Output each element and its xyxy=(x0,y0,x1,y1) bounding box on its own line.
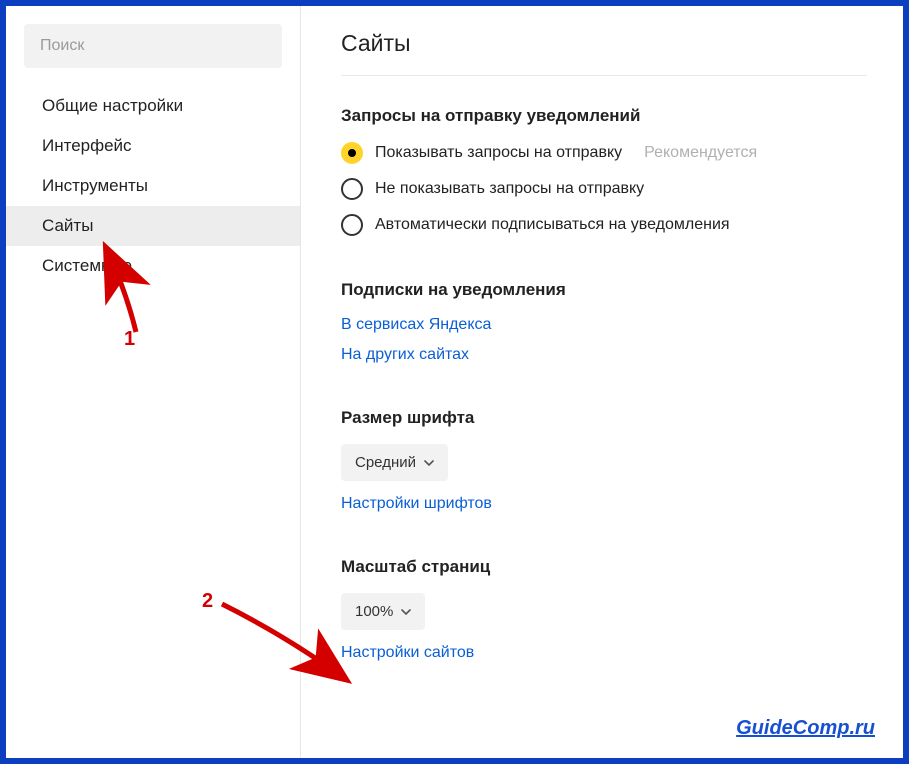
font-size-dropdown[interactable]: Средний xyxy=(341,444,448,481)
section-title-scale: Масштаб страниц xyxy=(341,557,867,577)
page-title: Сайты xyxy=(341,30,867,76)
link-site-settings[interactable]: Настройки сайтов xyxy=(341,644,867,662)
recommended-hint: Рекомендуется xyxy=(644,144,757,162)
section-subscriptions: Подписки на уведомления В сервисах Яндек… xyxy=(341,280,867,364)
chevron-down-icon xyxy=(401,609,411,615)
section-title-subscriptions: Подписки на уведомления xyxy=(341,280,867,300)
section-notification-requests: Запросы на отправку уведомлений Показыва… xyxy=(341,106,867,236)
sidebar-item-tools[interactable]: Инструменты xyxy=(6,166,300,206)
section-title-font: Размер шрифта xyxy=(341,408,867,428)
link-font-settings[interactable]: Настройки шрифтов xyxy=(341,495,867,513)
settings-sidebar: Общие настройки Интерфейс Инструменты Са… xyxy=(6,6,301,758)
sidebar-item-system[interactable]: Системные xyxy=(6,246,300,286)
link-other-sites[interactable]: На других сайтах xyxy=(341,346,867,364)
search-box[interactable] xyxy=(24,24,282,68)
radio-button-icon xyxy=(341,214,363,236)
radio-auto-subscribe[interactable]: Автоматически подписываться на уведомлен… xyxy=(341,214,867,236)
radio-hide-requests[interactable]: Не показывать запросы на отправку xyxy=(341,178,867,200)
font-size-value: Средний xyxy=(355,454,416,471)
settings-content: Сайты Запросы на отправку уведомлений По… xyxy=(301,6,903,758)
page-scale-dropdown[interactable]: 100% xyxy=(341,593,425,630)
radio-label: Не показывать запросы на отправку xyxy=(375,180,644,198)
sidebar-item-general[interactable]: Общие настройки xyxy=(6,86,300,126)
radio-label: Автоматически подписываться на уведомлен… xyxy=(375,216,730,234)
radio-button-icon xyxy=(341,178,363,200)
settings-window: Общие настройки Интерфейс Инструменты Са… xyxy=(0,0,909,764)
sidebar-item-interface[interactable]: Интерфейс xyxy=(6,126,300,166)
sidebar-item-sites[interactable]: Сайты xyxy=(6,206,300,246)
radio-button-icon xyxy=(341,142,363,164)
link-yandex-services[interactable]: В сервисах Яндекса xyxy=(341,316,867,334)
radio-show-requests[interactable]: Показывать запросы на отправку Рекоменду… xyxy=(341,142,867,164)
section-font-size: Размер шрифта Средний Настройки шрифтов xyxy=(341,408,867,513)
page-scale-value: 100% xyxy=(355,603,393,620)
search-input[interactable] xyxy=(40,37,266,55)
chevron-down-icon xyxy=(424,460,434,466)
radio-label: Показывать запросы на отправку xyxy=(375,144,622,162)
section-title-notifications: Запросы на отправку уведомлений xyxy=(341,106,867,126)
section-page-scale: Масштаб страниц 100% Настройки сайтов xyxy=(341,557,867,662)
